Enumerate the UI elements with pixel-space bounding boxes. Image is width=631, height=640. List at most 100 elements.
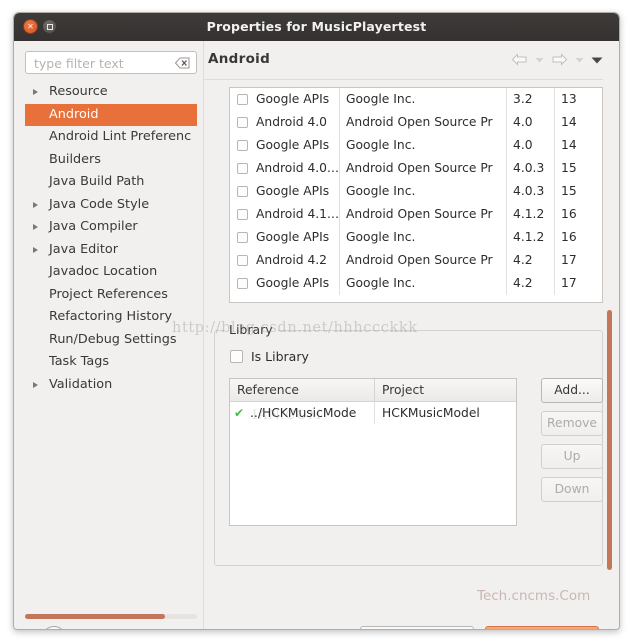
row-checkbox[interactable] [237,163,248,174]
column-header-project[interactable]: Project [375,379,516,401]
library-project: HCKMusicModel [382,406,480,420]
sidebar-item-label: Android [49,106,99,122]
sidebar-item-android[interactable]: Android [25,103,197,126]
table-row[interactable]: Android 4.0.… Android Open Source Pr 4.0… [230,157,602,180]
sidebar-item-run-debug-settings[interactable]: Run/Debug Settings [25,329,197,352]
target-name: Android 4.1.… [256,207,340,221]
sidebar-item-label: Run/Debug Settings [49,331,177,347]
tree-horizontal-scrollbar-thumb[interactable] [25,614,165,619]
table-row[interactable]: Android 4.0 Android Open Source Pr 4.0 1… [230,111,602,134]
target-vendor: Android Open Source Pr [340,203,507,226]
row-checkbox[interactable] [237,232,248,243]
target-vendor: Google Inc. [340,272,507,295]
arrow-right-icon[interactable] [551,53,568,66]
filter-input-wrapper[interactable]: type filter text [25,51,197,74]
chevron-down-filled-icon[interactable] [591,56,603,64]
target-name: Google APIs [256,184,330,198]
sidebar-item-validation[interactable]: Validation [25,374,197,397]
sidebar-item-java-build-path[interactable]: Java Build Path [25,171,197,194]
row-checkbox[interactable] [237,278,248,289]
sidebar-item-builders[interactable]: Builders [25,149,197,172]
chevron-down-icon[interactable] [535,57,544,63]
chevron-right-icon[interactable] [33,224,38,230]
target-name: Google APIs [256,276,330,290]
help-button[interactable]: ? [42,626,66,629]
table-row[interactable]: Google APIs Google Inc. 4.1.2 16 [230,226,602,249]
chevron-right-icon[interactable] [33,89,38,95]
table-row[interactable]: Android 4.2 Android Open Source Pr 4.2 1… [230,249,602,272]
arrow-left-icon[interactable] [511,53,528,66]
row-checkbox[interactable] [237,209,248,220]
remove-button[interactable]: Remove [541,411,603,436]
sidebar-item-android-lint-preferences[interactable]: Android Lint Preferenc [25,126,197,149]
target-platform: 4.2 [507,272,555,295]
sidebar-item-label: Refactoring History [49,309,173,324]
target-vendor: Android Open Source Pr [340,157,507,180]
sidebar-item-task-tags[interactable]: Task Tags [25,351,197,374]
is-library-label: Is Library [251,349,309,364]
sidebar-item-project-references[interactable]: Project References [25,284,197,307]
sidebar-item-label: Javadoc Location [49,264,158,279]
row-checkbox[interactable] [237,94,248,105]
target-platform: 4.2 [507,249,555,272]
cancel-button[interactable]: Cancel [360,626,474,629]
target-api: 16 [561,207,577,221]
row-checkbox[interactable] [237,255,248,266]
chevron-down-icon[interactable] [575,57,584,63]
table-row[interactable]: Google APIs Google Inc. 4.0 14 [230,134,602,157]
sidebar-item-refactoring-history[interactable]: Refactoring History [25,306,197,329]
sidebar-item-label: Android Lint Preferenc [49,129,192,144]
sidebar-item-label: Validation [49,376,113,392]
sidebar-item-resource[interactable]: Resource [25,81,197,104]
target-name: Google APIs [256,138,330,152]
target-vendor: Android Open Source Pr [340,249,507,272]
row-checkbox[interactable] [237,117,248,128]
library-reference: ../HCKMusicMode [250,406,357,420]
tree-horizontal-scrollbar[interactable] [25,614,197,619]
screen: ✕ Properties for MusicPlayertest type fi… [0,0,631,640]
chevron-right-icon[interactable] [33,381,38,388]
table-row[interactable]: Google APIs Google Inc. 4.0.3 15 [230,180,602,203]
table-row[interactable]: Google APIs Google Inc. 3.2 13 [230,88,602,111]
target-api: 15 [561,184,577,198]
sidebar-item-label: Project References [49,286,168,302]
add-button[interactable]: Add... [541,378,603,403]
chevron-right-icon[interactable] [33,201,38,208]
dialog-vertical-scrollbar[interactable] [607,310,612,570]
sidebar-item-javadoc-location[interactable]: Javadoc Location [25,261,197,284]
table-row[interactable]: Google APIs Google Inc. 4.2 17 [230,272,602,295]
properties-dialog: ✕ Properties for MusicPlayertest type fi… [13,12,620,630]
chevron-right-icon[interactable] [33,246,38,253]
window-title: Properties for MusicPlayertest [206,19,427,34]
row-checkbox[interactable] [237,186,248,197]
is-library-checkbox-row[interactable]: Is Library [230,349,309,364]
window-titlebar[interactable]: ✕ Properties for MusicPlayertest [14,13,619,42]
clear-icon[interactable] [174,57,190,69]
column-header-reference[interactable]: Reference [230,379,375,401]
up-button[interactable]: Up [541,444,603,469]
target-platform: 4.0.3 [507,157,555,180]
build-target-table[interactable]: Google APIs Google Inc. 3.2 13 Android 4… [229,87,603,303]
target-api: 14 [561,138,577,152]
ok-button[interactable]: OK [485,626,599,629]
target-api: 17 [561,253,577,267]
preferences-tree[interactable]: Resource Android Android Lint Preferenc … [25,81,197,570]
sidebar-item-java-compiler[interactable]: Java Compiler [25,216,197,239]
library-references-table[interactable]: Reference Project ✔ ../HCKMusicMode HCKM… [229,378,517,526]
target-platform: 4.0.3 [507,180,555,203]
page-title: Android [208,51,271,67]
is-library-checkbox[interactable] [230,350,243,363]
down-button[interactable]: Down [541,477,603,502]
row-checkbox[interactable] [237,140,248,151]
sidebar-item-java-editor[interactable]: Java Editor [25,239,197,262]
sidebar-item-label: Java Editor [49,241,118,257]
sidebar-item-label: Java Code Style [49,196,150,212]
target-vendor: Android Open Source Pr [340,111,507,134]
sidebar-item-java-code-style[interactable]: Java Code Style [25,194,197,217]
target-vendor: Google Inc. [340,134,507,157]
table-row[interactable]: Android 4.1.… Android Open Source Pr 4.1… [230,203,602,226]
target-api: 13 [561,92,577,106]
target-platform: 4.1.2 [507,203,555,226]
target-api: 17 [561,276,577,290]
table-row[interactable]: ✔ ../HCKMusicMode HCKMusicModel [230,402,516,424]
